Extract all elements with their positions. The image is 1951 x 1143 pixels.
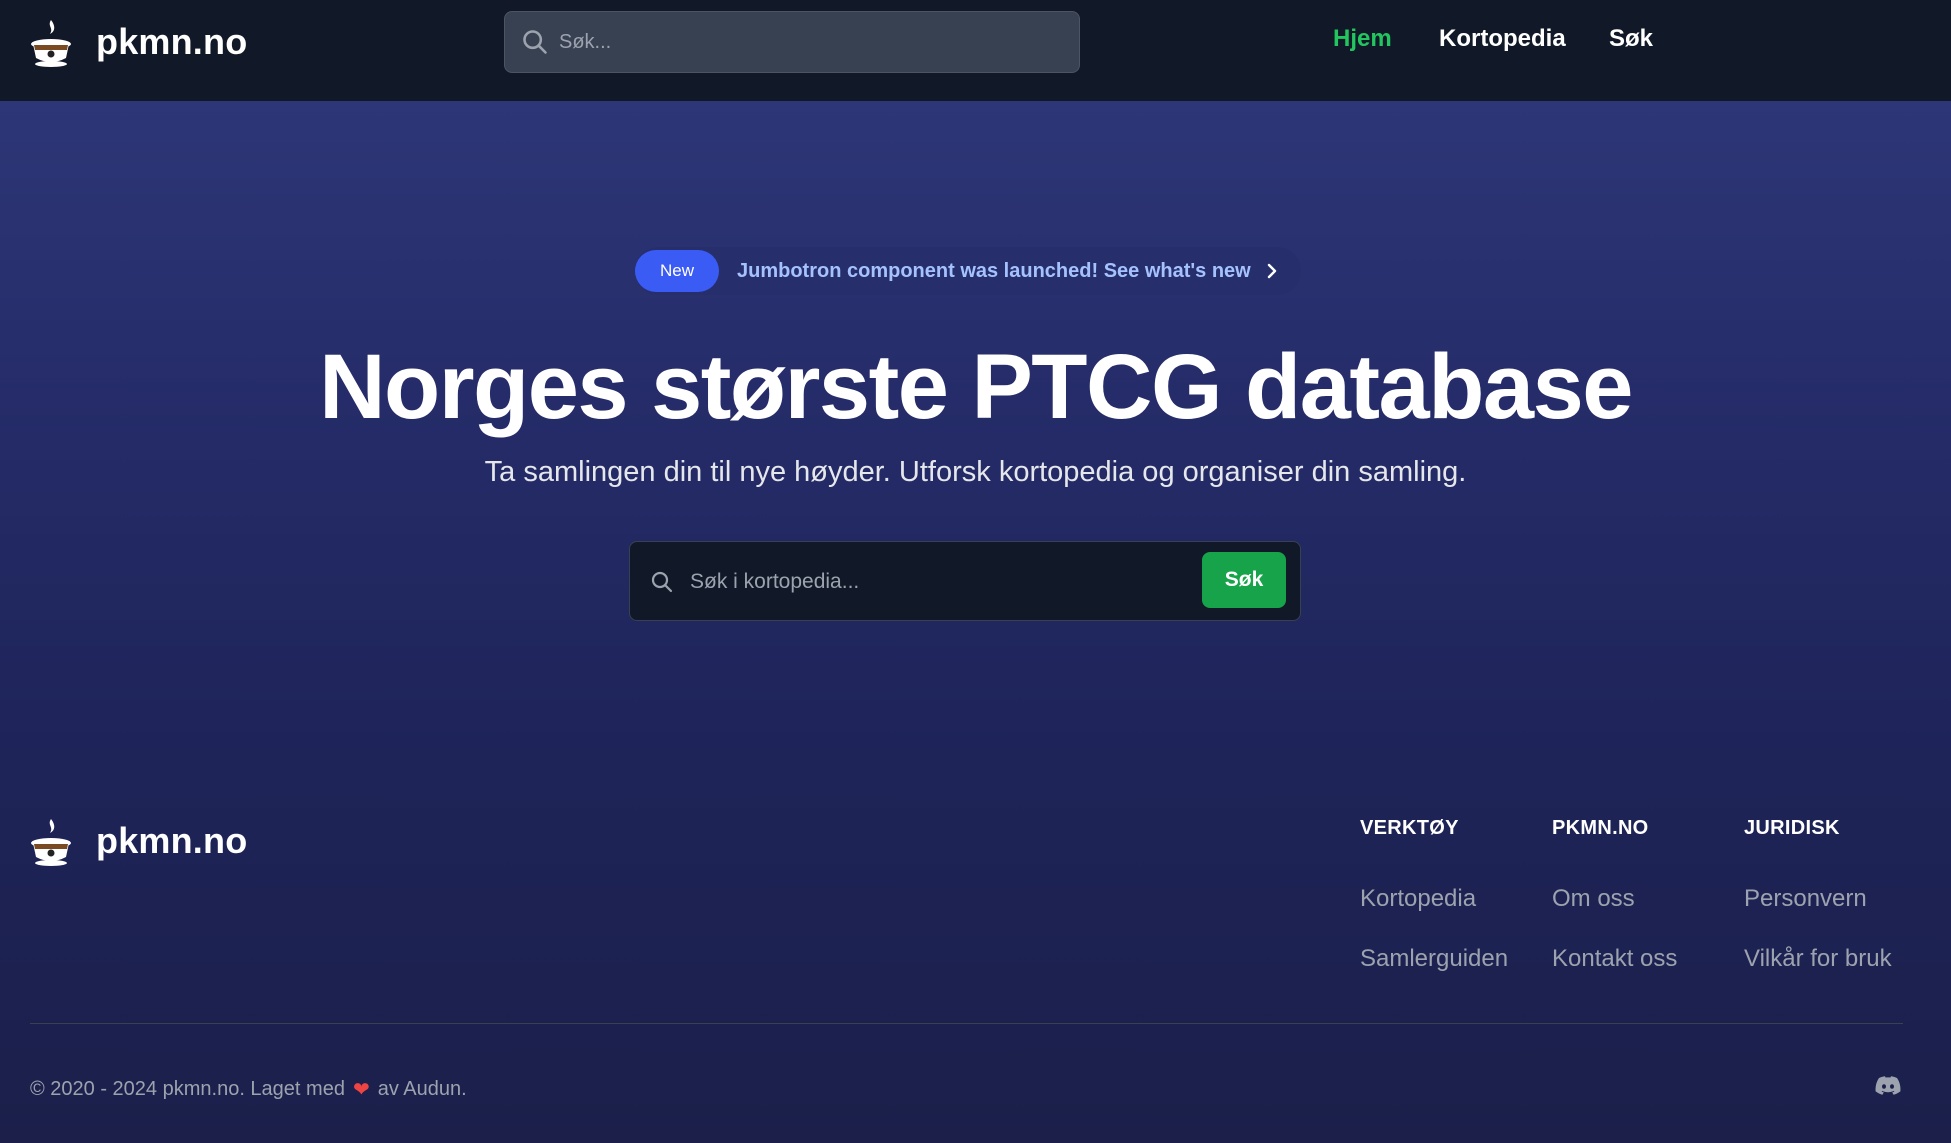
nav-search[interactable]: Søk: [1609, 25, 1653, 53]
heart-icon: ❤: [352, 1079, 370, 1101]
nav-kortopedia[interactable]: Kortopedia: [1439, 25, 1566, 53]
header-search[interactable]: [504, 11, 1080, 73]
site-footer: pkmn.no VERKTØY Kortopedia Samlerguiden …: [0, 761, 1951, 1143]
footer-column-tools: VERKTØY Kortopedia Samlerguiden: [1360, 817, 1508, 972]
footer-link-about[interactable]: Om oss: [1552, 885, 1635, 913]
footer-link-privacy[interactable]: Personvern: [1744, 885, 1867, 913]
footer-heading: PKMN.NO: [1552, 817, 1649, 839]
search-icon: [651, 571, 673, 593]
top-header: pkmn.no Hjem Kortopedia Søk: [0, 0, 1951, 101]
header-search-input[interactable]: [559, 30, 1039, 54]
footer-link-samlerguiden[interactable]: Samlerguiden: [1360, 945, 1508, 973]
announcement-banner[interactable]: New Jumbotron component was launched! Se…: [635, 247, 1301, 295]
copyright-prefix: © 2020 - 2024 pkmn.no. Laget med: [30, 1078, 345, 1100]
coffee-pokeball-logo-icon: [31, 20, 71, 67]
copyright: © 2020 - 2024 pkmn.no. Laget med ❤ av Au…: [30, 1077, 467, 1102]
footer-column-legal: JURIDISK Personvern Vilkår for bruk: [1744, 817, 1892, 972]
hero-subtitle: Ta samlingen din til nye høyder. Utforsk…: [484, 456, 1467, 488]
hero-title: Norges største PTCG database: [319, 336, 1633, 438]
footer-brand-link[interactable]: pkmn.no: [30, 811, 247, 871]
discord-icon[interactable]: [1875, 1075, 1901, 1097]
search-icon: [523, 30, 547, 54]
chevron-right-icon: [1267, 263, 1276, 279]
hero-jumbotron: New Jumbotron component was launched! Se…: [0, 101, 1951, 761]
new-badge: New: [635, 250, 719, 292]
footer-heading: JURIDISK: [1744, 817, 1840, 839]
footer-link-terms[interactable]: Vilkår for bruk: [1744, 945, 1892, 973]
footer-link-kortopedia[interactable]: Kortopedia: [1360, 885, 1476, 913]
brand-logo-link[interactable]: pkmn.no: [30, 12, 247, 72]
nav-home[interactable]: Hjem: [1333, 25, 1392, 53]
footer-heading: VERKTØY: [1360, 817, 1459, 839]
announcement-text: Jumbotron component was launched! See wh…: [737, 259, 1251, 282]
kortopedia-search-input[interactable]: [690, 564, 1170, 600]
coffee-pokeball-logo-icon: [31, 819, 71, 866]
brand-name: pkmn.no: [96, 21, 248, 62]
kortopedia-search: Søk: [629, 541, 1301, 621]
footer-brand-name: pkmn.no: [96, 820, 248, 861]
footer-column-pkmn: PKMN.NO Om oss Kontakt oss: [1552, 817, 1677, 972]
footer-divider: [30, 1023, 1903, 1024]
search-button[interactable]: Søk: [1202, 552, 1286, 608]
copyright-suffix: av Audun.: [377, 1078, 467, 1100]
footer-link-contact[interactable]: Kontakt oss: [1552, 945, 1677, 973]
